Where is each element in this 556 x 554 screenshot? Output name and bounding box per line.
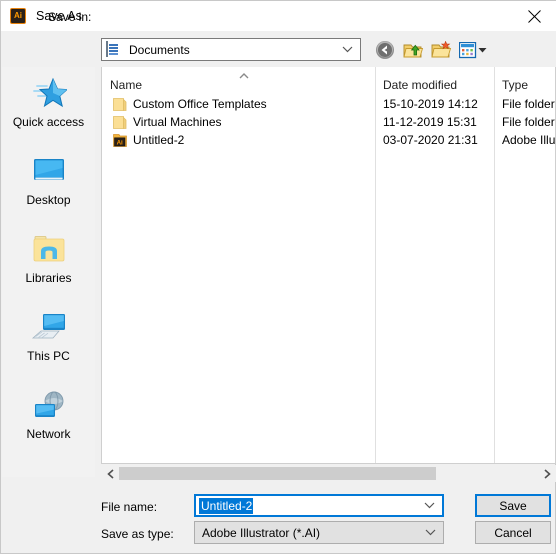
save-button[interactable]: Save — [475, 494, 551, 517]
sidebar-item-label: Quick access — [12, 115, 85, 129]
cancel-button[interactable]: Cancel — [475, 521, 551, 544]
back-button[interactable] — [373, 38, 397, 62]
illustrator-ai-icon: Ai — [10, 8, 26, 24]
close-icon — [527, 9, 541, 23]
column-separator — [494, 67, 495, 463]
views-button[interactable] — [457, 38, 489, 62]
save-in-combobox[interactable]: Documents — [101, 38, 361, 61]
back-arrow-icon — [376, 41, 394, 59]
column-header-type[interactable]: Type — [502, 78, 528, 92]
views-grid-icon — [459, 41, 477, 58]
chevron-down-icon[interactable] — [424, 496, 435, 515]
file-date-modified: 11-12-2019 15:31 — [383, 115, 477, 129]
table-row[interactable]: Custom Office Templates — [113, 95, 267, 113]
chevron-down-icon — [478, 48, 487, 53]
file-name: Custom Office Templates — [133, 97, 267, 111]
file-list[interactable]: Name Date modified Type Custom Office Te… — [101, 67, 556, 464]
column-separator — [375, 67, 376, 463]
save-in-label: Save in: — [48, 10, 92, 24]
documents-icon — [106, 40, 122, 58]
close-button[interactable] — [511, 1, 556, 31]
sidebar-item-network[interactable]: Network — [2, 379, 95, 457]
folder-icon — [113, 115, 127, 129]
network-globe-icon — [29, 385, 69, 425]
places-sidebar: Quick access Desktop Libraries This PC N… — [2, 67, 95, 477]
computer-icon — [29, 307, 69, 347]
save-as-type-select[interactable]: Adobe Illustrator (*.AI) — [194, 521, 444, 544]
file-name: Virtual Machines — [133, 115, 222, 129]
svg-text:Ai: Ai — [117, 139, 123, 146]
app-icon-text: Ai — [14, 11, 22, 20]
file-type: File folder — [502, 97, 555, 111]
file-date-modified: 03-07-2020 21:31 — [383, 133, 478, 147]
save-as-type-value: Adobe Illustrator (*.AI) — [202, 525, 321, 540]
chevron-left-icon — [106, 468, 114, 479]
folder-up-icon — [402, 44, 423, 57]
chevron-right-icon — [543, 468, 551, 479]
scroll-right-button[interactable] — [538, 466, 555, 481]
scroll-left-button[interactable] — [102, 466, 119, 481]
sidebar-item-this-pc[interactable]: This PC — [2, 301, 95, 379]
libraries-folder-icon — [29, 229, 69, 269]
file-name-value: Untitled-2 — [199, 497, 254, 514]
file-name-input[interactable]: Untitled-2 — [194, 494, 444, 517]
file-date-modified: 15-10-2019 14:12 — [383, 97, 478, 111]
sidebar-item-label: Desktop — [26, 193, 71, 207]
navigation-toolbar — [373, 37, 489, 63]
up-one-level-button[interactable] — [401, 38, 425, 62]
star-icon — [29, 73, 69, 113]
sidebar-item-libraries[interactable]: Libraries — [2, 223, 95, 301]
file-name-label: File name: — [101, 500, 158, 514]
table-row[interactable]: Ai Untitled-2 — [113, 131, 184, 149]
sidebar-item-desktop[interactable]: Desktop — [2, 145, 95, 223]
sidebar-item-label: Libraries — [25, 271, 72, 285]
save-in-value: Documents — [129, 42, 190, 57]
column-header-date[interactable]: Date modified — [383, 78, 457, 92]
save-as-dialog: Ai Save As Save in: Documents Quick acce… — [0, 0, 556, 554]
folder-icon — [113, 97, 127, 111]
save-as-type-label: Save as type: — [101, 527, 174, 541]
monitor-icon — [29, 151, 69, 191]
sidebar-item-label: Network — [26, 427, 71, 441]
chevron-down-icon — [342, 39, 353, 60]
chevron-down-icon — [425, 522, 436, 543]
ascending-chevron-icon — [238, 69, 250, 79]
file-type: File folder — [502, 115, 555, 129]
sidebar-item-quick-access[interactable]: Quick access — [2, 67, 95, 145]
new-folder-icon — [430, 40, 451, 57]
table-row[interactable]: Virtual Machines — [113, 113, 222, 131]
horizontal-scrollbar[interactable] — [101, 465, 556, 482]
sidebar-item-label: This PC — [27, 349, 70, 363]
file-type: Adobe Illu — [502, 133, 556, 147]
column-header-name[interactable]: Name — [110, 78, 142, 92]
scrollbar-thumb[interactable] — [119, 467, 436, 480]
file-name: Untitled-2 — [133, 133, 185, 147]
illustrator-file-icon: Ai — [113, 133, 127, 147]
new-folder-button[interactable] — [429, 38, 453, 62]
